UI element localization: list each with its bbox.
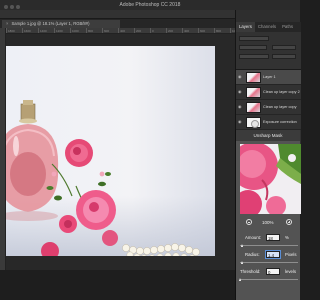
- layer-row[interactable]: ◉ Exposure correction: [236, 115, 301, 130]
- layer-name: Clean up layer copy 2: [263, 90, 300, 94]
- document-tab-bar: × Sample 1.jpg @ 18.1% (Layer 1, RGB/8#): [0, 19, 235, 28]
- threshold-unit: levels: [285, 269, 296, 274]
- threshold-field[interactable]: 0: [266, 268, 280, 275]
- layer-row[interactable]: ◉ Clean up layer copy: [236, 100, 301, 115]
- blend-mode-dropdown[interactable]: [239, 45, 267, 50]
- threshold-row: Threshold: 0 levels: [240, 267, 301, 276]
- radius-row: Radius: 1.4 Pixels: [240, 250, 301, 259]
- radius-slider-knob[interactable]: [241, 261, 244, 264]
- tab-channels[interactable]: Channels: [255, 22, 279, 32]
- adjustment-layer-thumbnail: [246, 117, 261, 128]
- amount-row: Amount: 18 %: [240, 233, 301, 242]
- window-controls[interactable]: [4, 3, 22, 9]
- layer-row[interactable]: ◉ Layer 1: [236, 70, 301, 85]
- radius-label: Radius:: [245, 252, 260, 257]
- eye-icon[interactable]: ◉: [238, 90, 243, 94]
- layer-name: Layer 1: [263, 75, 276, 79]
- radius-unit: Pixels: [285, 252, 297, 257]
- radius-slider[interactable]: [240, 261, 298, 264]
- app-title: Adobe Photoshop CC 2018: [119, 2, 181, 8]
- amount-field[interactable]: 18: [266, 234, 280, 241]
- document-tab-label: Sample 1.jpg @ 18.1% (Layer 1, RGB/8#): [11, 21, 90, 26]
- threshold-slider[interactable]: [238, 278, 298, 281]
- panel-tab-bar: Layers Channels Paths: [236, 22, 301, 32]
- threshold-slider-knob[interactable]: [238, 278, 241, 281]
- dialog-title[interactable]: Unsharp Mask: [236, 130, 300, 141]
- lock-controls[interactable]: [239, 54, 269, 59]
- unsharp-mask-dialog: Unsharp Mask 100% Amount: 18 % Radius: 1…: [235, 130, 301, 300]
- opacity-field[interactable]: [272, 45, 296, 50]
- radius-field[interactable]: 1.4: [266, 251, 280, 258]
- amount-slider[interactable]: [240, 244, 298, 247]
- amount-label: Amount:: [245, 235, 262, 240]
- eye-icon[interactable]: ◉: [238, 75, 243, 79]
- status-area: [0, 270, 235, 300]
- tab-paths[interactable]: Paths: [279, 22, 296, 32]
- layer-thumbnail: [246, 72, 261, 83]
- tab-layers[interactable]: Layers: [236, 22, 255, 32]
- zoom-in-icon[interactable]: [286, 219, 292, 225]
- layer-filter-dropdown[interactable]: [239, 36, 269, 41]
- pearl-necklace-image: [122, 243, 200, 256]
- app-title-bar: Adobe Photoshop CC 2018: [0, 0, 300, 10]
- amount-unit: %: [285, 235, 289, 240]
- perfume-bottle-image: [6, 100, 59, 221]
- layer-name: Clean up layer copy: [263, 105, 297, 109]
- zoom-percent: 100%: [262, 220, 274, 225]
- layer-thumbnail: [246, 102, 261, 113]
- options-bar: [0, 10, 235, 19]
- document-image[interactable]: [6, 46, 215, 256]
- layer-controls: [236, 32, 301, 70]
- eye-icon[interactable]: ◉: [238, 105, 243, 109]
- canvas-area[interactable]: [6, 34, 235, 270]
- eye-icon[interactable]: ◉: [238, 120, 243, 124]
- zoom-out-icon[interactable]: [246, 219, 252, 225]
- zoom-controls: 100%: [240, 218, 301, 227]
- close-tab-icon[interactable]: ×: [6, 21, 8, 26]
- filter-preview[interactable]: [240, 144, 301, 214]
- layer-thumbnail: [246, 87, 261, 98]
- fill-field[interactable]: [272, 54, 296, 59]
- layer-row[interactable]: ◉ Clean up layer copy 2: [236, 85, 301, 100]
- layer-name: Exposure correction: [263, 120, 297, 124]
- threshold-label: Threshold:: [240, 269, 261, 274]
- amount-slider-knob[interactable]: [240, 244, 243, 247]
- document-tab[interactable]: × Sample 1.jpg @ 18.1% (Layer 1, RGB/8#): [2, 20, 120, 28]
